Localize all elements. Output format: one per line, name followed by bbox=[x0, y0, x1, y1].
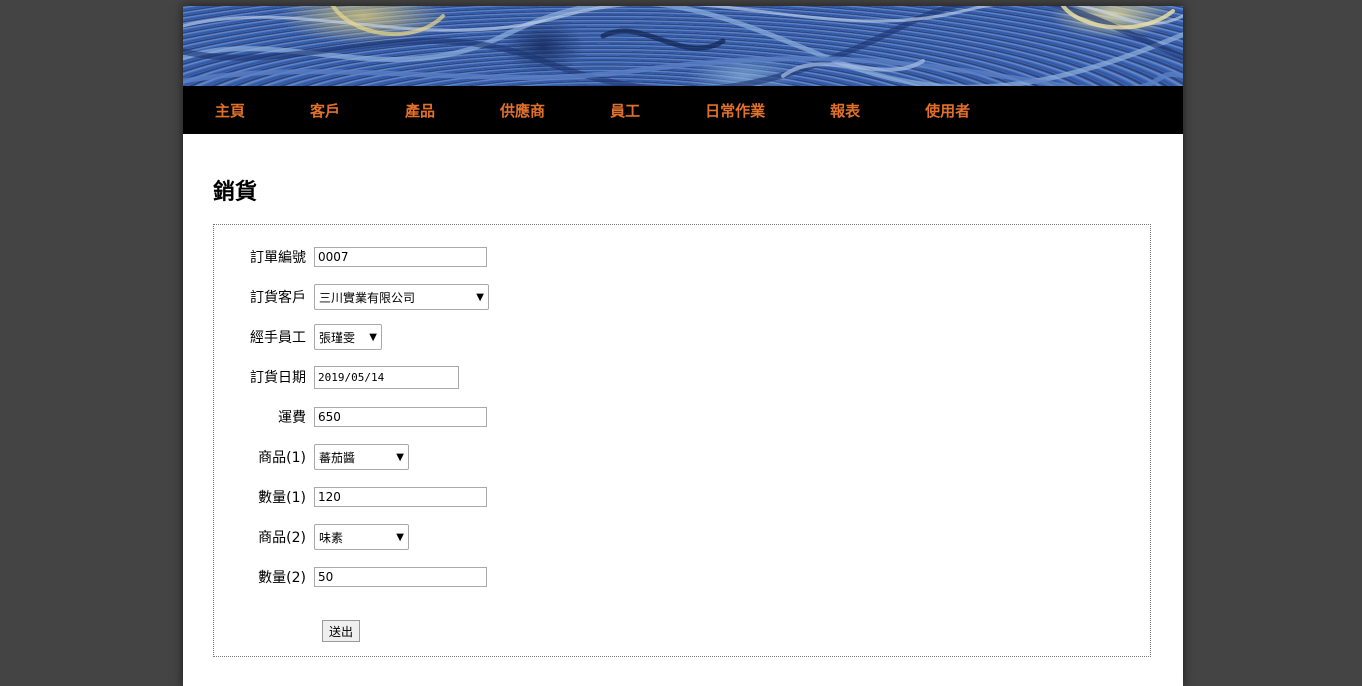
order-no-label: 訂單編號 bbox=[250, 250, 306, 266]
dropdown-arrow-icon: ▼ bbox=[396, 531, 404, 543]
nav-item-customers[interactable]: 客戶 bbox=[310, 100, 340, 121]
employee-select-value: 張瑾雯 bbox=[319, 330, 356, 345]
product1-select-value: 蕃茄醬 bbox=[319, 450, 356, 465]
nav-item-reports[interactable]: 報表 bbox=[830, 100, 860, 121]
sales-form: 訂單編號 0007 訂貨客戶 三川實業有限公司 ▼ 經手員工 張瑾雯 ▼ 訂貨日… bbox=[213, 224, 1151, 657]
page-title: 銷貨 bbox=[213, 180, 258, 205]
freight-row: 運費 650 bbox=[214, 405, 487, 429]
qty1-label: 數量(1) bbox=[258, 490, 306, 506]
dropdown-arrow-icon: ▼ bbox=[369, 331, 377, 343]
freight-label: 運費 bbox=[278, 410, 306, 426]
nav-item-employees[interactable]: 員工 bbox=[610, 100, 640, 121]
main-nav: 主頁 客戶 產品 供應商 員工 日常作業 報表 使用者 bbox=[183, 86, 1183, 134]
employee-select[interactable]: 張瑾雯 ▼ bbox=[314, 324, 382, 350]
customer-select-value: 三川實業有限公司 bbox=[319, 290, 416, 305]
order-no-row: 訂單編號 0007 bbox=[214, 245, 487, 269]
product2-label: 商品(2) bbox=[258, 530, 306, 546]
order-date-input[interactable]: 2019/05/14 bbox=[314, 365, 459, 389]
customer-select[interactable]: 三川實業有限公司 ▼ bbox=[314, 284, 489, 310]
qty1-input[interactable]: 120 bbox=[314, 487, 487, 507]
product2-select-value: 味素 bbox=[319, 530, 344, 545]
product2-select[interactable]: 味素 ▼ bbox=[314, 524, 409, 550]
product1-label: 商品(1) bbox=[258, 450, 306, 466]
starry-night-painting bbox=[183, 6, 1183, 86]
qty2-row: 數量(2) 50 bbox=[214, 565, 487, 589]
qty1-row: 數量(1) 120 bbox=[214, 485, 487, 509]
order-no-input[interactable]: 0007 bbox=[314, 247, 487, 267]
main-content: 銷貨 訂單編號 0007 訂貨客戶 三川實業有限公司 ▼ 經手員工 張瑾雯 ▼ bbox=[183, 134, 1183, 657]
customer-row: 訂貨客戶 三川實業有限公司 ▼ bbox=[214, 284, 489, 310]
product1-select[interactable]: 蕃茄醬 ▼ bbox=[314, 444, 409, 470]
submit-row: 送出 bbox=[322, 619, 361, 643]
freight-input[interactable]: 650 bbox=[314, 407, 487, 427]
qty2-label: 數量(2) bbox=[258, 570, 306, 586]
order-date-label: 訂貨日期 bbox=[250, 370, 306, 386]
employee-row: 經手員工 張瑾雯 ▼ bbox=[214, 324, 382, 350]
nav-item-home[interactable]: 主頁 bbox=[215, 100, 245, 121]
order-date-row: 訂貨日期 2019/05/14 bbox=[214, 365, 459, 389]
header-banner-image bbox=[183, 6, 1183, 86]
submit-button[interactable]: 送出 bbox=[322, 620, 361, 642]
product1-row: 商品(1) 蕃茄醬 ▼ bbox=[214, 444, 409, 470]
dropdown-arrow-icon: ▼ bbox=[396, 451, 404, 463]
nav-item-suppliers[interactable]: 供應商 bbox=[500, 100, 545, 121]
customer-label: 訂貨客戶 bbox=[250, 290, 306, 306]
product2-row: 商品(2) 味素 ▼ bbox=[214, 524, 409, 550]
page-container: 主頁 客戶 產品 供應商 員工 日常作業 報表 使用者 銷貨 訂單編號 0007… bbox=[183, 6, 1183, 686]
employee-label: 經手員工 bbox=[250, 330, 306, 346]
qty2-input[interactable]: 50 bbox=[314, 567, 487, 587]
dropdown-arrow-icon: ▼ bbox=[476, 291, 484, 303]
nav-item-products[interactable]: 產品 bbox=[405, 100, 435, 121]
nav-item-daily-operations[interactable]: 日常作業 bbox=[705, 100, 765, 121]
nav-item-users[interactable]: 使用者 bbox=[925, 100, 970, 121]
